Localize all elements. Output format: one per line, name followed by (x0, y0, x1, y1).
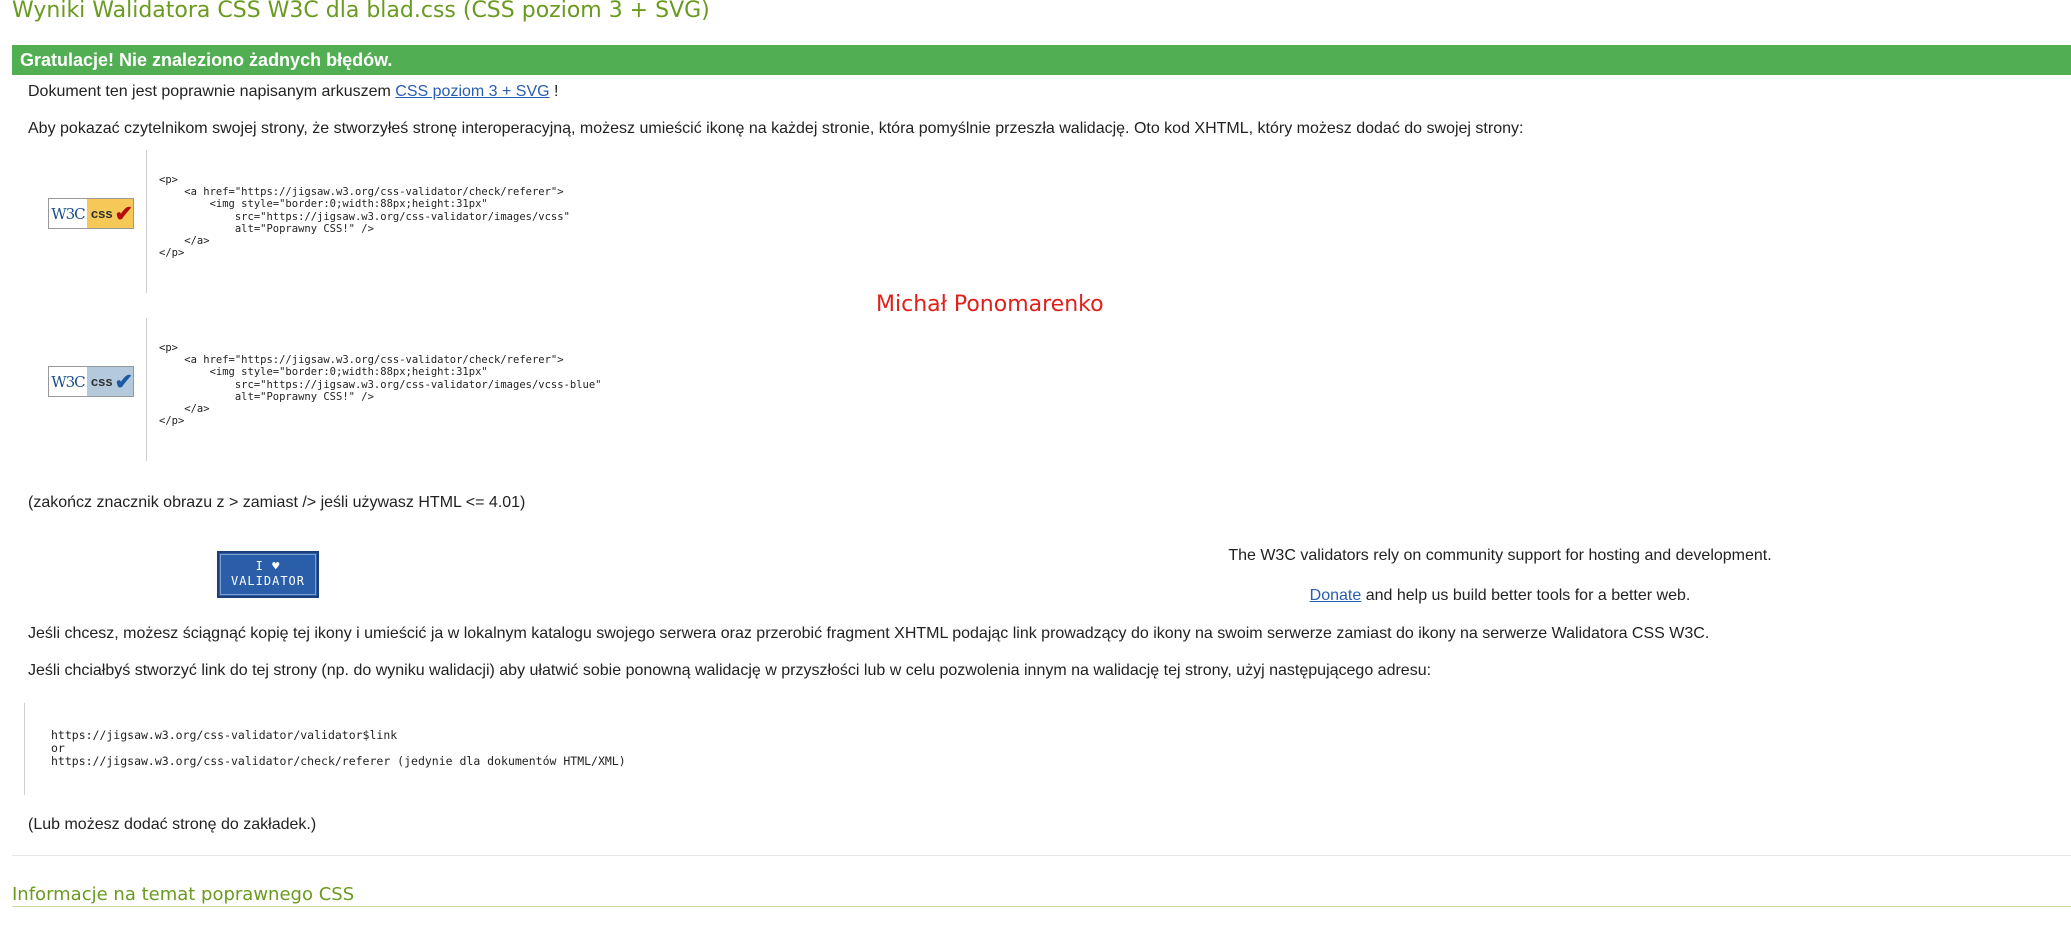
watermark-text: Michał Ponomarenko (876, 292, 1104, 317)
css-label-text: css (90, 206, 113, 221)
w3c-logo-text: W3C (49, 367, 87, 396)
section-title-valid-css-info: Informacje na temat poprawnego CSS (12, 884, 355, 905)
section-underline (12, 906, 2071, 907)
badge-code-snippet-blue: <p> <a href="https://jigsaw.w3.org/css-v… (146, 318, 846, 461)
code-text: <p> <a href="https://jigsaw.w3.org/css-v… (159, 174, 570, 260)
css-profile-link[interactable]: CSS poziom 3 + SVG (395, 83, 549, 100)
donate-line: Donate and help us build better tools fo… (1100, 587, 1900, 605)
valid-document-suffix: ! (549, 83, 559, 100)
donate-link[interactable]: Donate (1310, 587, 1362, 604)
html-note: (zakończ znacznik obrazu z > zamiast /> … (28, 494, 526, 511)
link-note: Jeśli chciałbyś stworzyć link do tej str… (28, 662, 1432, 679)
blue-checkmark-icon: ✔ (114, 368, 133, 394)
success-banner: Gratulacje! Nie znaleziono żadnych błędó… (12, 45, 2071, 75)
css-badge-label: css ✔ (86, 367, 133, 396)
divider (12, 855, 2071, 856)
download-icon-note: Jeśli chcesz, możesz ściągnąć kopię tej … (28, 625, 1710, 642)
bookmark-note: (Lub możesz dodać stronę do zakładek.) (28, 816, 317, 833)
community-support-text: The W3C validators rely on community sup… (1228, 547, 1772, 564)
red-checkmark-icon: ✔ (114, 200, 133, 226)
i-love-validator-badge[interactable]: I ♥ VALIDATOR (217, 551, 319, 598)
validator-line: VALIDATOR (230, 574, 306, 588)
icon-intro-text: Aby pokazać czytelnikom swojej strony, ż… (28, 120, 1524, 137)
page-title: Wyniki Walidatora CSS W3C dla blad.css (… (12, 0, 710, 23)
valid-document-prefix: Dokument ten jest poprawnie napisanym ar… (28, 83, 396, 100)
w3c-css-badge-gold[interactable]: W3C css ✔ (48, 198, 134, 229)
donate-line-rest: and help us build better tools for a bet… (1361, 587, 1691, 604)
validation-urls: https://jigsaw.w3.org/css-validator/vali… (51, 728, 626, 768)
validation-url-block: https://jigsaw.w3.org/css-validator/vali… (24, 703, 724, 795)
w3c-logo-text: W3C (49, 199, 87, 228)
w3c-css-badge-blue[interactable]: W3C css ✔ (48, 366, 134, 397)
valid-document-message: Dokument ten jest poprawnie napisanym ar… (28, 83, 558, 101)
heart-line: I ♥ (255, 559, 281, 573)
code-text: <p> <a href="https://jigsaw.w3.org/css-v… (159, 342, 602, 428)
badge-code-snippet-gold: <p> <a href="https://jigsaw.w3.org/css-v… (146, 150, 846, 293)
css-badge-label: css ✔ (86, 199, 133, 228)
css-label-text: css (90, 374, 113, 389)
